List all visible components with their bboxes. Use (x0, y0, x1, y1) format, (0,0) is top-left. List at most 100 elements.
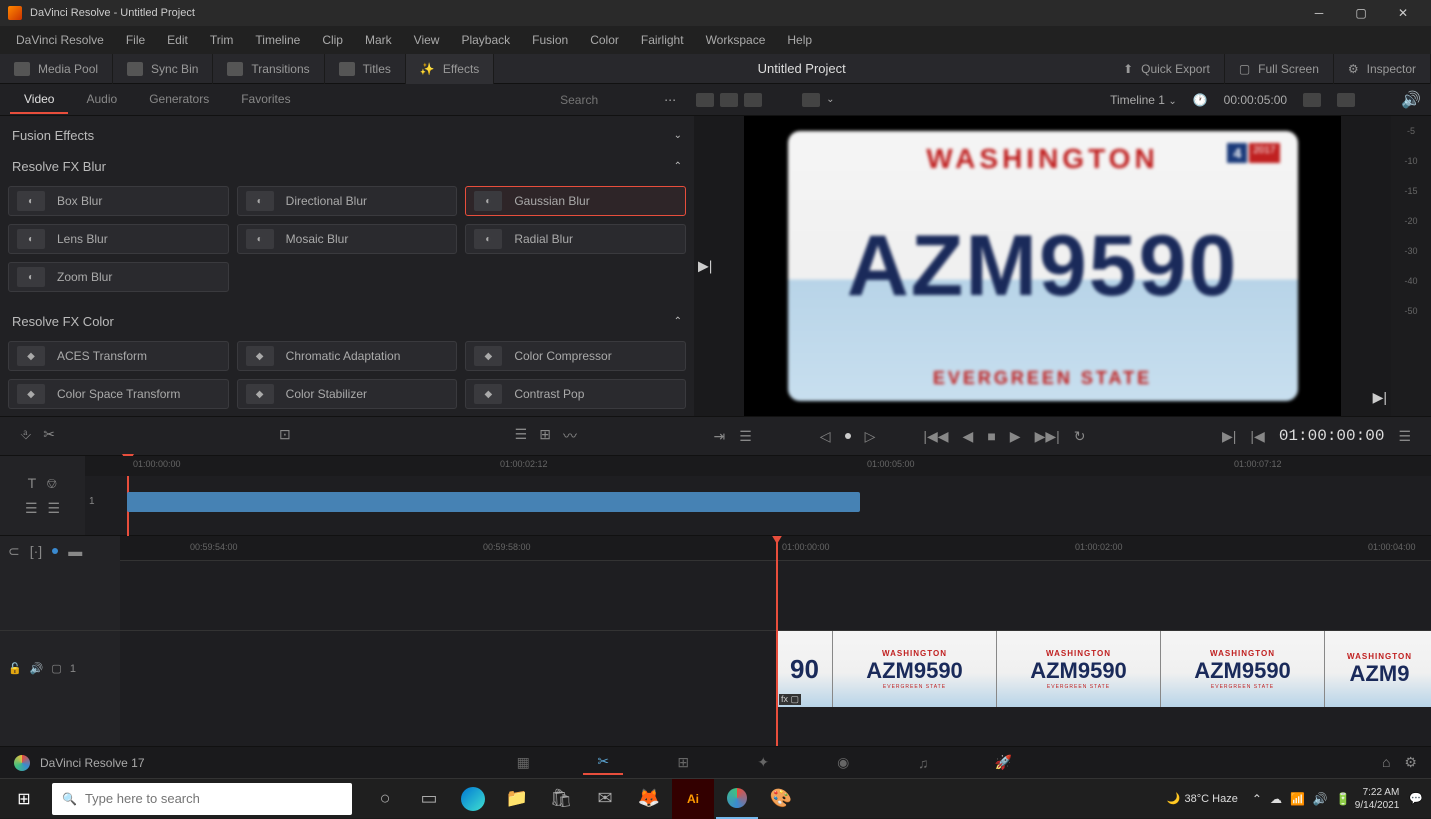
minimize-button[interactable]: ─ (1299, 0, 1339, 26)
marker-icon[interactable] (52, 548, 58, 554)
fusion-page-icon[interactable]: ✦ (743, 751, 783, 775)
fx-mosaic-blur[interactable]: ◐Mosaic Blur (237, 224, 458, 254)
menu-view[interactable]: View (404, 29, 450, 51)
menu-color[interactable]: Color (580, 29, 629, 51)
menu-playback[interactable]: Playback (451, 29, 520, 51)
task-view-icon[interactable]: ▭ (408, 779, 450, 819)
taskbar-search-input[interactable] (85, 791, 342, 806)
cortana-icon[interactable]: ○ (364, 779, 406, 819)
tool-icon[interactable]: ☰ (48, 500, 61, 517)
prev-marker-icon[interactable]: ◁ (820, 428, 831, 445)
close-button[interactable]: ✕ (1383, 0, 1423, 26)
tool-icon[interactable]: ⊞ (539, 426, 551, 446)
tray-chevron-icon[interactable]: ⌃ (1252, 792, 1262, 806)
edge-icon[interactable] (452, 779, 494, 819)
menu-file[interactable]: File (116, 29, 155, 51)
mark-in-icon[interactable]: ▶| (698, 258, 712, 275)
tool-icon[interactable]: 〰 (563, 426, 577, 446)
video-clip[interactable]: 90fx ▢ WASHINGTONAZM9590EVERGREEN STATE … (777, 631, 1431, 707)
tab-video[interactable]: Video (10, 86, 68, 114)
record-icon[interactable] (845, 433, 851, 439)
go-start-button[interactable]: |◀◀ (923, 428, 948, 445)
bypass-icon[interactable]: 🔊 (1401, 90, 1421, 110)
search-input[interactable] (560, 93, 660, 107)
resolve-fx-color-header[interactable]: Resolve FX Color⌃ (8, 306, 686, 337)
link-icon[interactable]: [·] (30, 543, 42, 559)
fx-aces-transform[interactable]: ◆ACES Transform (8, 341, 229, 371)
fx-zoom-blur[interactable]: ◐Zoom Blur (8, 262, 229, 292)
view-mode-icon[interactable] (720, 93, 738, 107)
home-icon[interactable]: ⌂ (1382, 754, 1390, 771)
scissors-icon[interactable]: ✂ (43, 426, 55, 446)
speaker-icon[interactable]: 🔊 (30, 662, 44, 675)
timeline-selector[interactable]: Timeline 1 ⌄ (1110, 93, 1177, 107)
battery-icon[interactable]: 🔋 (1336, 792, 1351, 806)
go-end-button[interactable]: ▶▶| (1035, 428, 1060, 445)
viewer-canvas[interactable]: WASHINGTON 42017 AZM9590 EVERGREEN STATE (744, 116, 1341, 416)
edit-tool-icon[interactable]: ⎀ (20, 426, 31, 446)
menu-clip[interactable]: Clip (312, 29, 353, 51)
tab-favorites[interactable]: Favorites (227, 86, 304, 114)
taskbar-search[interactable]: 🔍 (52, 783, 352, 815)
system-clock[interactable]: 7:22 AM 9/14/2021 (1355, 786, 1400, 812)
fx-contrast-pop[interactable]: ◆Contrast Pop (465, 379, 686, 409)
settings-icon[interactable]: ⚙ (1404, 754, 1417, 771)
illustrator-icon[interactable]: Ai (672, 779, 714, 819)
next-edit-icon[interactable]: ▶| (1222, 428, 1236, 445)
full-screen-button[interactable]: ▢Full Screen (1225, 54, 1334, 84)
fx-directional-blur[interactable]: ◐Directional Blur (237, 186, 458, 216)
video-track-header[interactable]: 🔓 🔊 ▢ 1 (0, 630, 120, 706)
viewer-mode-icon[interactable] (802, 93, 820, 107)
prev-edit-icon[interactable]: |◀ (1250, 428, 1264, 445)
media-pool-button[interactable]: Media Pool (0, 54, 113, 84)
deliver-page-icon[interactable]: 🚀 (983, 751, 1023, 775)
maximize-button[interactable]: ▢ (1341, 0, 1381, 26)
view-mode-icon[interactable] (696, 93, 714, 107)
sync-bin-button[interactable]: Sync Bin (113, 54, 213, 84)
search-options-icon[interactable]: ⋯ (664, 93, 676, 107)
stop-button[interactable]: ■ (987, 428, 995, 444)
menu-fusion[interactable]: Fusion (522, 29, 578, 51)
fx-lens-blur[interactable]: ◐Lens Blur (8, 224, 229, 254)
volume-icon[interactable]: 🔊 (1313, 792, 1328, 806)
magnet-icon[interactable]: ⊂ (8, 543, 20, 560)
fx-color-stabilizer[interactable]: ◆Color Stabilizer (237, 379, 458, 409)
sliders-icon[interactable]: ☰ (739, 428, 752, 445)
weather-icon[interactable]: 🌙 (1167, 792, 1181, 805)
fusion-effects-header[interactable]: Fusion Effects⌄ (8, 120, 686, 151)
tool-icon[interactable]: ☰ (515, 426, 528, 446)
color-page-icon[interactable]: ◉ (823, 751, 863, 775)
menu-trim[interactable]: Trim (200, 29, 244, 51)
timeline-playhead[interactable] (776, 536, 778, 746)
paint-icon[interactable]: 🎨 (760, 779, 802, 819)
text-tool-icon[interactable]: T (28, 475, 37, 492)
menu-davinci[interactable]: DaVinci Resolve (6, 29, 114, 51)
menu-timeline[interactable]: Timeline (245, 29, 310, 51)
viewer-tool-icon[interactable] (1303, 93, 1321, 107)
mini-ruler[interactable]: 01:00:00:00 01:00:02:12 01:00:05:00 01:0… (85, 456, 1431, 476)
store-icon[interactable]: 🛍 (540, 779, 582, 819)
firefox-icon[interactable]: 🦊 (628, 779, 670, 819)
fairlight-page-icon[interactable]: ♫ (903, 751, 943, 775)
menu-icon[interactable]: ☰ (1398, 428, 1411, 445)
cut-page-icon[interactable]: ✂ (583, 751, 623, 775)
menu-help[interactable]: Help (777, 29, 822, 51)
edit-page-icon[interactable]: ⊞ (663, 751, 703, 775)
fx-chromatic-adaptation[interactable]: ◆Chromatic Adaptation (237, 341, 458, 371)
next-marker-icon[interactable]: ▷ (865, 428, 876, 445)
insert-icon[interactable]: ⇥ (714, 428, 726, 445)
fx-radial-blur[interactable]: ◐Radial Blur (465, 224, 686, 254)
transitions-button[interactable]: Transitions (213, 54, 324, 84)
media-page-icon[interactable]: ▦ (503, 751, 543, 775)
weather-text[interactable]: 38°C Haze (1185, 793, 1238, 805)
mini-clip[interactable] (127, 492, 860, 512)
mail-icon[interactable]: ✉ (584, 779, 626, 819)
menu-mark[interactable]: Mark (355, 29, 402, 51)
mini-track[interactable]: 1 (85, 482, 1431, 522)
tool-icon[interactable]: ☰ (25, 500, 38, 517)
wifi-icon[interactable]: 📶 (1290, 792, 1305, 806)
step-back-button[interactable]: ◀ (963, 428, 974, 445)
titles-button[interactable]: Titles (325, 54, 406, 84)
quick-export-button[interactable]: ⬆Quick Export (1109, 54, 1225, 84)
monitor-icon[interactable]: ▢ (51, 662, 61, 675)
